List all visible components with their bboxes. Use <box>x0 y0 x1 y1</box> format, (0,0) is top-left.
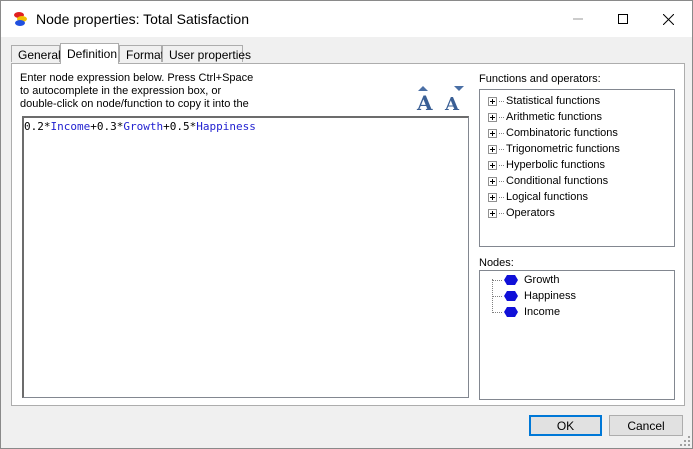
function-category-trigonometric[interactable]: Trigonometric functions <box>488 141 620 157</box>
function-category-hyperbolic[interactable]: Hyperbolic functions <box>488 157 605 173</box>
instruction-line: double-click on node/function to copy it… <box>20 98 249 110</box>
functions-tree[interactable]: Statistical functions Arithmetic functio… <box>479 89 675 247</box>
tab-definition[interactable]: Definition <box>60 43 119 64</box>
instruction-line: to autocomplete in the expression box, o… <box>20 85 222 97</box>
nodes-label: Nodes: <box>479 257 514 269</box>
expression-token-num: 0.2 <box>24 120 44 133</box>
function-category-label: Conditional functions <box>506 175 609 187</box>
svg-text:A: A <box>444 94 460 112</box>
expression-token-ident: Income <box>50 120 91 133</box>
close-button[interactable] <box>645 1 691 37</box>
function-category-operators[interactable]: Operators <box>488 205 555 221</box>
expression-token-num: 0.3 <box>96 120 117 133</box>
expand-icon[interactable] <box>488 192 497 202</box>
instructions-text: Enter node expression below. Press Ctrl+… <box>20 72 260 111</box>
tab-general[interactable]: General <box>11 45 61 62</box>
app-icon <box>14 12 27 26</box>
expand-icon[interactable] <box>488 160 497 170</box>
svg-text:A: A <box>416 91 433 112</box>
function-category-label: Logical functions <box>506 191 588 203</box>
instruction-line: Enter node expression below. Press Ctrl+… <box>20 72 254 84</box>
node-properties-dialog: Node properties: Total Satisfaction Gene… <box>0 0 693 449</box>
tab-format[interactable]: Format <box>119 45 164 62</box>
function-category-arithmetic[interactable]: Arithmetic functions <box>488 109 602 125</box>
expand-icon[interactable] <box>488 128 497 138</box>
functions-label: Functions and operators: <box>479 73 601 85</box>
tab-user-properties[interactable]: User properties <box>162 45 251 62</box>
node-item-growth[interactable]: Growth <box>492 272 559 288</box>
expand-icon[interactable] <box>488 208 497 218</box>
node-icon <box>504 307 518 317</box>
node-icon <box>504 291 518 301</box>
maximize-icon <box>618 14 628 24</box>
close-icon <box>662 13 674 25</box>
maximize-button[interactable] <box>600 1 646 37</box>
function-category-label: Arithmetic functions <box>506 111 602 123</box>
expression-token-op: * <box>43 120 51 133</box>
node-label: Income <box>524 306 561 318</box>
function-category-label: Trigonometric functions <box>506 143 620 155</box>
expand-icon[interactable] <box>488 112 497 122</box>
minimize-icon <box>573 18 583 20</box>
expression-token-ident: Growth <box>123 120 164 133</box>
cancel-button[interactable]: Cancel <box>609 415 683 436</box>
function-category-label: Operators <box>506 207 555 219</box>
window-title: Node properties: Total Satisfaction <box>36 11 249 27</box>
expression-token-num: 0.5 <box>169 120 190 133</box>
resize-grip-icon[interactable] <box>680 436 690 446</box>
expression-token-op: + <box>90 120 97 133</box>
node-icon <box>504 275 518 285</box>
function-category-conditional[interactable]: Conditional functions <box>488 173 608 189</box>
function-category-label: Statistical functions <box>506 95 601 107</box>
expression-line: 0.2*Income+0.3*Growth+0.5*Happiness <box>24 120 468 133</box>
expression-token-op: + <box>163 120 170 133</box>
function-category-combinatoric[interactable]: Combinatoric functions <box>488 125 618 141</box>
expand-icon[interactable] <box>488 144 497 154</box>
function-category-logical[interactable]: Logical functions <box>488 189 588 205</box>
expand-icon[interactable] <box>488 96 497 106</box>
function-category-label: Combinatoric functions <box>506 127 618 139</box>
expand-icon[interactable] <box>488 176 497 186</box>
title-bar: Node properties: Total Satisfaction <box>1 1 692 37</box>
expression-editor[interactable]: 0.2*Income+0.3*Growth+0.5*Happiness <box>22 116 469 398</box>
definition-panel: Enter node expression below. Press Ctrl+… <box>11 63 685 406</box>
ok-button[interactable]: OK <box>529 415 602 436</box>
font-decrease-icon[interactable]: A <box>442 86 466 112</box>
node-item-income[interactable]: Income <box>492 304 560 320</box>
function-category-label: Hyperbolic functions <box>506 159 606 171</box>
node-item-happiness[interactable]: Happiness <box>492 288 576 304</box>
nodes-tree[interactable]: Growth Happiness Income <box>479 270 675 400</box>
minimize-button[interactable] <box>555 1 601 37</box>
function-category-statistical[interactable]: Statistical functions <box>488 93 600 109</box>
node-label: Growth <box>524 274 560 286</box>
expression-token-ident: Happiness <box>196 120 256 133</box>
node-label: Happiness <box>524 290 576 302</box>
font-increase-icon[interactable]: A <box>414 86 438 112</box>
